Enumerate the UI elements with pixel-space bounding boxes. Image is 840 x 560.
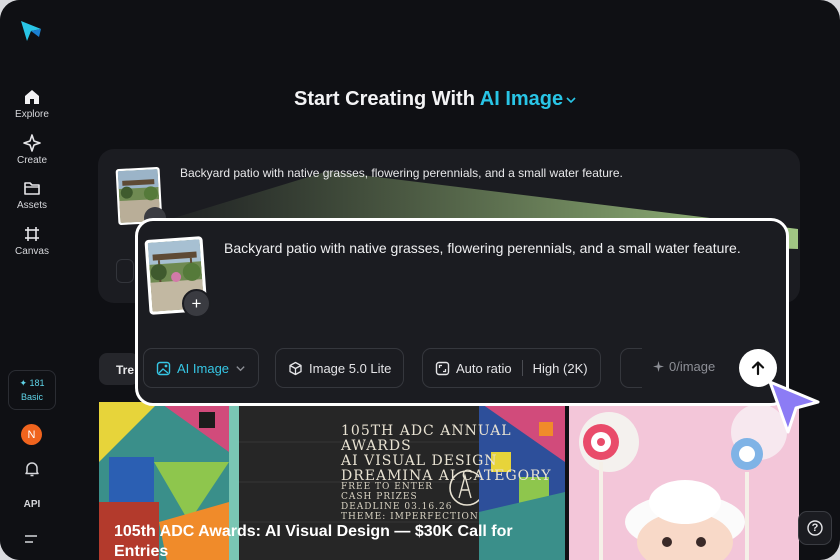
sparkle-icon (23, 134, 41, 152)
gallery-card-candy[interactable] (569, 402, 799, 560)
chevron-down-icon (236, 365, 245, 371)
credit-cost: 0/image (653, 359, 715, 374)
more-options-chip[interactable] (620, 348, 642, 388)
home-icon (25, 90, 39, 104)
sidebar: Explore Create Assets Canvas ✦ 181 Basic… (0, 0, 64, 560)
app-logo[interactable] (18, 18, 44, 44)
bell-icon[interactable] (23, 460, 41, 478)
avatar[interactable]: N (21, 424, 42, 445)
help-button[interactable]: ? (798, 511, 832, 545)
arrow-up-icon (751, 361, 765, 376)
candy-image (569, 402, 799, 560)
quality-label: High (2K) (532, 360, 588, 376)
folder-icon (24, 182, 40, 195)
cube-icon (289, 361, 302, 375)
gallery-card-adc-awards[interactable]: 105TH ADC ANNUAL AWARDS AI VISUAL DESIGN… (99, 402, 565, 560)
help-label: ? (811, 522, 819, 534)
sidebar-item-explore[interactable]: Explore (0, 88, 64, 120)
poster-line: 105TH ADC ANNUAL AWARDS (341, 423, 512, 454)
mode-label: AI Image (479, 88, 564, 110)
mouse-cursor-icon (768, 380, 820, 434)
image-sparkle-icon (156, 361, 171, 375)
plan-label: Basic (20, 392, 43, 402)
canvas-icon (25, 227, 39, 241)
poster-detail: FREE TO ENTER (341, 482, 434, 492)
sidebar-item-label: Canvas (15, 246, 49, 257)
credits-amount: ✦ 181 (19, 378, 45, 388)
model-label: Image 5.0 Lite (309, 360, 392, 376)
sparkle-icon (653, 361, 664, 372)
title-prefix: Start Creating With (294, 88, 480, 110)
mode-selector[interactable]: AI Image (143, 348, 260, 388)
sidebar-item-label: Explore (15, 109, 49, 120)
sidebar-item-label: Assets (16, 200, 47, 211)
sidebar-item-create[interactable]: Create (0, 134, 64, 166)
toolbar-chip[interactable] (116, 259, 134, 283)
ratio-quality-selector[interactable]: Auto ratio High (2K) (422, 348, 601, 388)
aspect-ratio-icon (435, 361, 450, 375)
menu-icon[interactable] (23, 532, 39, 546)
model-selector[interactable]: Image 5.0 Lite (275, 348, 405, 388)
page-title: Start Creating With AI Image (294, 88, 577, 111)
prompt-card: + Backyard patio with native grasses, fl… (135, 218, 789, 406)
poster-detail: CASH PRIZES (341, 492, 418, 502)
poster-detail: THEME: IMPERFECTION (341, 512, 479, 522)
mode-dropdown[interactable]: AI Image (480, 88, 577, 110)
app-window: Explore Create Assets Canvas ✦ 181 Basic… (0, 0, 840, 560)
prompt-input[interactable]: Backyard patio with native grasses, flow… (224, 235, 764, 261)
cost-label: 0/image (669, 359, 716, 374)
sidebar-item-assets[interactable]: Assets (0, 179, 64, 211)
poster-detail: DEADLINE 03.16.26 (341, 502, 453, 512)
mode-label: AI Image (177, 360, 230, 376)
sidebar-item-canvas[interactable]: Canvas (0, 225, 64, 257)
chevron-down-icon (566, 97, 576, 103)
credits-badge[interactable]: ✦ 181 Basic (8, 370, 56, 410)
prompt-text: Backyard patio with native grasses, flow… (180, 166, 623, 180)
tab-trending[interactable]: Tre (99, 353, 139, 385)
divider (521, 360, 523, 376)
poster-line: AI VISUAL DESIGN (341, 453, 498, 469)
api-link[interactable]: API (0, 499, 64, 510)
sidebar-item-label: Create (16, 155, 47, 166)
add-image-button[interactable]: + (182, 289, 211, 318)
card-title: 105th ADC Awards: AI Visual Design — $30… (114, 523, 513, 560)
poster-details: FREE TO ENTER CASH PRIZES DEADLINE 03.16… (341, 482, 479, 522)
ratio-label: Auto ratio (456, 360, 512, 376)
poster-headline: 105TH ADC ANNUAL AWARDS AI VISUAL DESIGN… (341, 424, 565, 484)
